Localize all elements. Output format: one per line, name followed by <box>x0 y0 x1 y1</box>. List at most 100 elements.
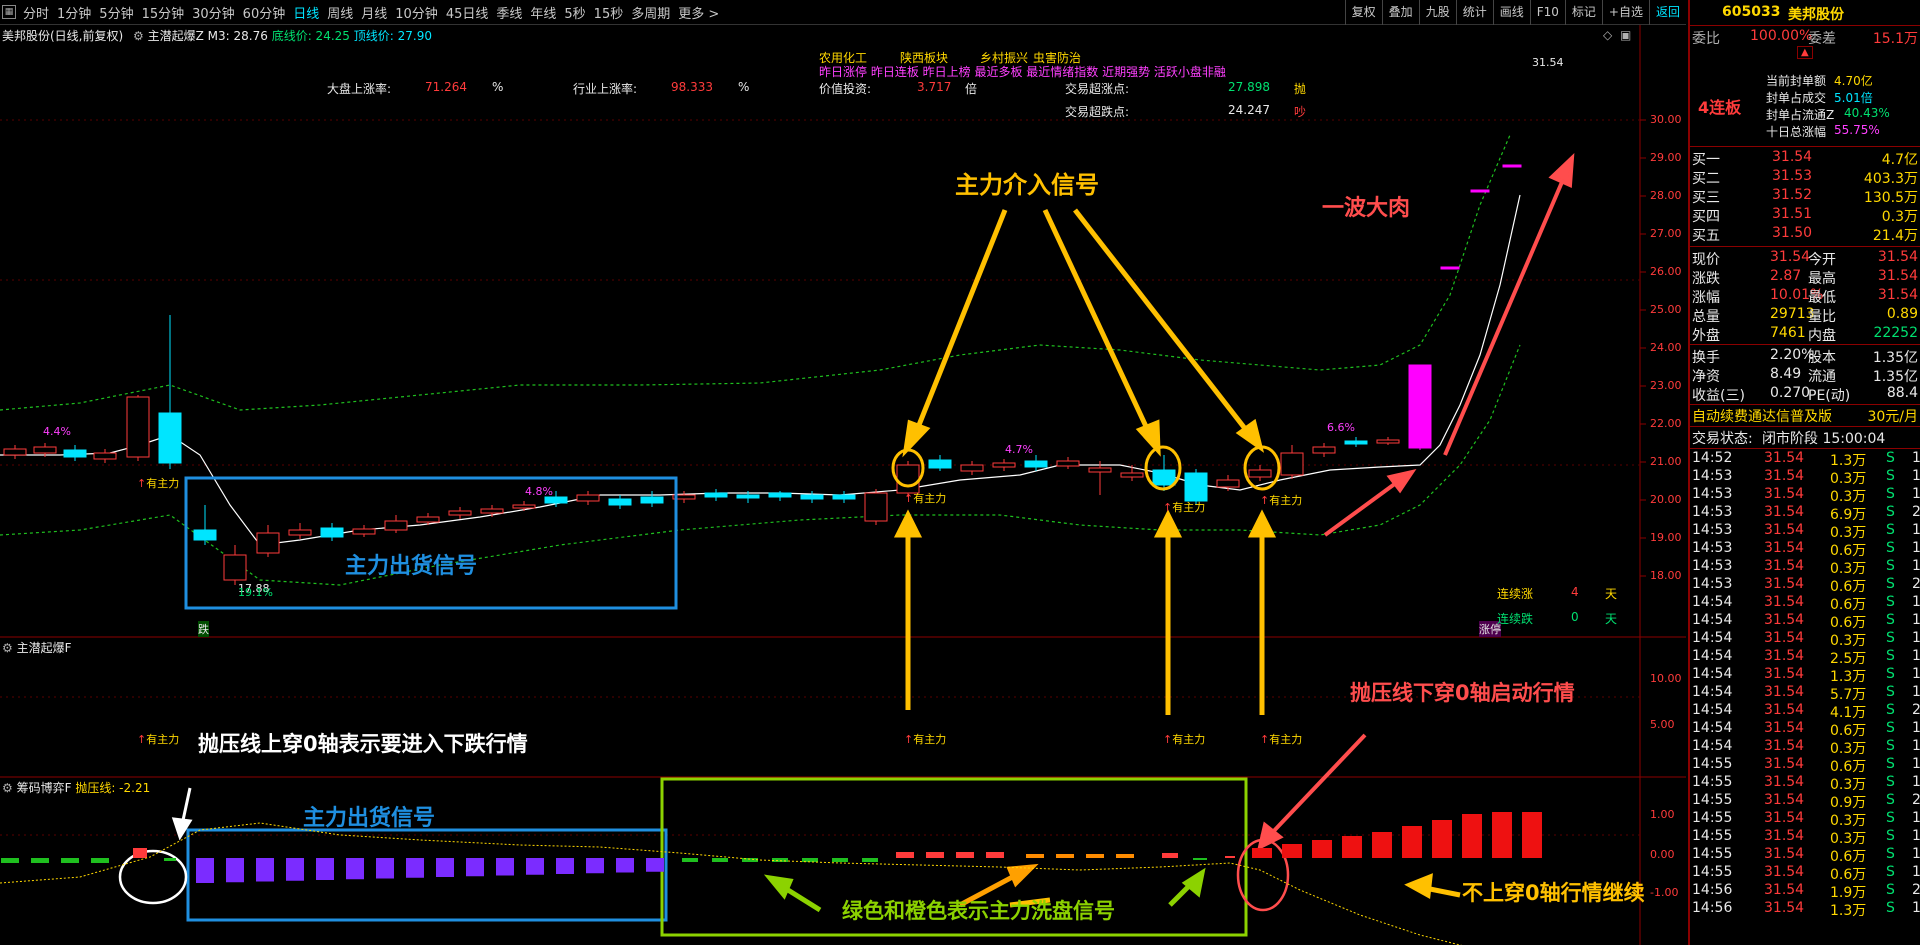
candle-body <box>1152 469 1176 486</box>
m3-value: M3: 28.76 <box>207 29 268 43</box>
period-tab[interactable]: 周线 <box>323 3 357 22</box>
kline-chart-area[interactable]: 美邦股份(日线,前复权) ⚙ 主潜起爆Z M3: 28.76 底线价: 24.2… <box>0 25 1686 945</box>
period-tab[interactable]: 30分钟 <box>188 3 239 22</box>
buy-level-row[interactable]: 买一 31.54 4.7亿 <box>1690 149 1920 168</box>
oscillator-bar <box>1342 836 1362 858</box>
more-menu[interactable]: 更多 > <box>674 3 723 22</box>
toolbar-right-buttons: 复权 叠加 九股 统计 画线 F10 标记 +自选 返回 <box>1344 0 1686 25</box>
multi-stock-button[interactable]: 九股 <box>1418 0 1456 25</box>
period-tab[interactable]: 15分钟 <box>138 3 189 22</box>
mark-button[interactable]: 标记 <box>1564 0 1602 25</box>
sub2-title[interactable]: ⚙ 筹码博弈F 抛压线: -2.21 <box>2 779 150 796</box>
period-tab[interactable]: 多周期 <box>627 3 674 22</box>
annotation-cross-up: 抛压线上穿0轴表示要进入下跌行情 <box>198 732 528 756</box>
oscillator-bar <box>616 858 634 873</box>
oscillator-bar <box>1372 832 1392 858</box>
period-tab[interactable]: 10分钟 <box>391 3 442 22</box>
oscillator-tick-label: 0.00 <box>1650 848 1675 861</box>
oscillator-bar <box>862 858 878 862</box>
buy-level-row[interactable]: 买四 31.51 0.3万 <box>1690 206 1920 225</box>
zhuli-signal: ↑有主力 <box>137 477 180 490</box>
oscillator-bar <box>1432 820 1452 858</box>
gear-icon[interactable]: ⚙ <box>133 29 144 43</box>
chart-header: 美邦股份(日线,前复权) ⚙ 主潜起爆Z M3: 28.76 底线价: 24.2… <box>2 27 432 44</box>
split-view-icon[interactable]: ▦ <box>2 5 16 19</box>
tick-row: 14:52 31.54 1.3万 S 1 <box>1692 450 1920 469</box>
tick-row: 14:53 31.54 0.6万 S 2 <box>1692 576 1920 595</box>
price-tick-label: 23.00 <box>1650 379 1682 392</box>
chevron-up-icon: ▲ <box>1797 46 1813 59</box>
top-line-value: 顶线价: 27.90 <box>353 29 432 43</box>
oscillator-bar <box>1116 854 1134 858</box>
indicator-tick-label: 10.00 <box>1650 672 1682 685</box>
ad-banner[interactable]: 自动续费通达信普及版 30元/月 <box>1690 406 1920 425</box>
oscillator-bar <box>712 858 728 862</box>
fuquan-button[interactable]: 复权 <box>1344 0 1382 25</box>
oscillator-bar <box>556 858 574 874</box>
collapse-row[interactable]: ▲ <box>1690 46 1920 65</box>
candle-body <box>864 492 888 522</box>
weibi-row: 委比 100.00% 委差 15.1万 <box>1692 28 1918 47</box>
oscillator-bar <box>1 858 19 863</box>
candle-body <box>512 504 536 509</box>
annotation-big-wave: 一波大肉 <box>1322 196 1411 221</box>
period-tab[interactable]: 60分钟 <box>239 3 290 22</box>
period-tab[interactable]: 45日线 <box>442 3 493 22</box>
candle-body <box>1216 479 1240 488</box>
candle-body <box>576 494 600 502</box>
oscillator-bar <box>586 858 604 874</box>
add-favorite-button[interactable]: +自选 <box>1601 0 1649 25</box>
value-invest-value: 3.717 <box>917 80 952 94</box>
oscillator-bar <box>986 852 1004 858</box>
kline-svg <box>0 25 1686 945</box>
price-tick-label: 30.00 <box>1650 113 1682 126</box>
period-tab[interactable]: 月线 <box>357 3 391 22</box>
period-tab[interactable]: 季线 <box>492 3 526 22</box>
overlay-button[interactable]: 叠加 <box>1381 0 1419 25</box>
candle-body <box>384 520 408 531</box>
indicator-name[interactable]: 主潜起爆Z <box>148 29 204 43</box>
sub1-title[interactable]: ⚙ 主潜起爆F <box>2 639 72 656</box>
period-tab[interactable]: 5秒 <box>560 3 589 22</box>
buy-level-row[interactable]: 买三 31.52 130.5万 <box>1690 187 1920 206</box>
oscillator-bar <box>1252 848 1272 858</box>
pressure-line <box>0 822 1463 945</box>
window-icon[interactable]: ▣ <box>1620 28 1631 42</box>
candle-body <box>1344 440 1368 445</box>
candle-body <box>223 554 247 581</box>
period-tab[interactable]: 分时 <box>19 3 53 22</box>
fundamental-row: 净资 8.49 流通 1.35亿 <box>1692 366 1918 385</box>
price-tick-label: 27.00 <box>1650 227 1682 240</box>
candles-group <box>3 164 1522 585</box>
die-marker: 跌 <box>198 621 209 637</box>
period-tab-active[interactable]: 日线 <box>289 3 323 22</box>
period-tab[interactable]: 1分钟 <box>53 3 95 22</box>
tick-row: 14:53 31.54 0.6万 S 1 <box>1692 540 1920 559</box>
oversell-tag: 吵 <box>1294 105 1307 119</box>
candle-body <box>1376 439 1400 444</box>
price-tick-label: 24.00 <box>1650 341 1682 354</box>
stats-button[interactable]: 统计 <box>1455 0 1493 25</box>
buy-level-row[interactable]: 买五 31.50 21.4万 <box>1690 225 1920 244</box>
tick-row: 14:53 31.54 6.9万 S 2 <box>1692 504 1920 523</box>
period-tab[interactable]: 15秒 <box>590 3 628 22</box>
price-tick-label: 20.00 <box>1650 493 1682 506</box>
candle-body <box>928 459 952 469</box>
f10-button[interactable]: F10 <box>1529 0 1565 25</box>
candle-body <box>704 492 728 498</box>
oscillator-bar <box>1225 856 1235 858</box>
period-tab[interactable]: 年线 <box>526 3 560 22</box>
buy-level-row[interactable]: 买二 31.53 403.3万 <box>1690 168 1920 187</box>
period-tab[interactable]: 5分钟 <box>95 3 137 22</box>
upper-band-line <box>0 134 1511 411</box>
tick-row: 14:53 31.54 0.3万 S 1 <box>1692 468 1920 487</box>
candle-body <box>416 516 440 523</box>
concept-signals: 昨日涨停 昨日连板 昨日上榜 最近多板 最近情绪指数 近期强势 活跃小盘非融 <box>819 65 1226 79</box>
diamond-icon[interactable]: ◇ <box>1603 28 1612 42</box>
oscillator-bar <box>1056 854 1074 858</box>
indicator-tick-label: 5.00 <box>1650 718 1675 731</box>
back-button[interactable]: 返回 <box>1648 0 1686 25</box>
draw-button[interactable]: 画线 <box>1492 0 1530 25</box>
oscillator-bar <box>896 852 914 858</box>
candle-body <box>1120 472 1144 478</box>
